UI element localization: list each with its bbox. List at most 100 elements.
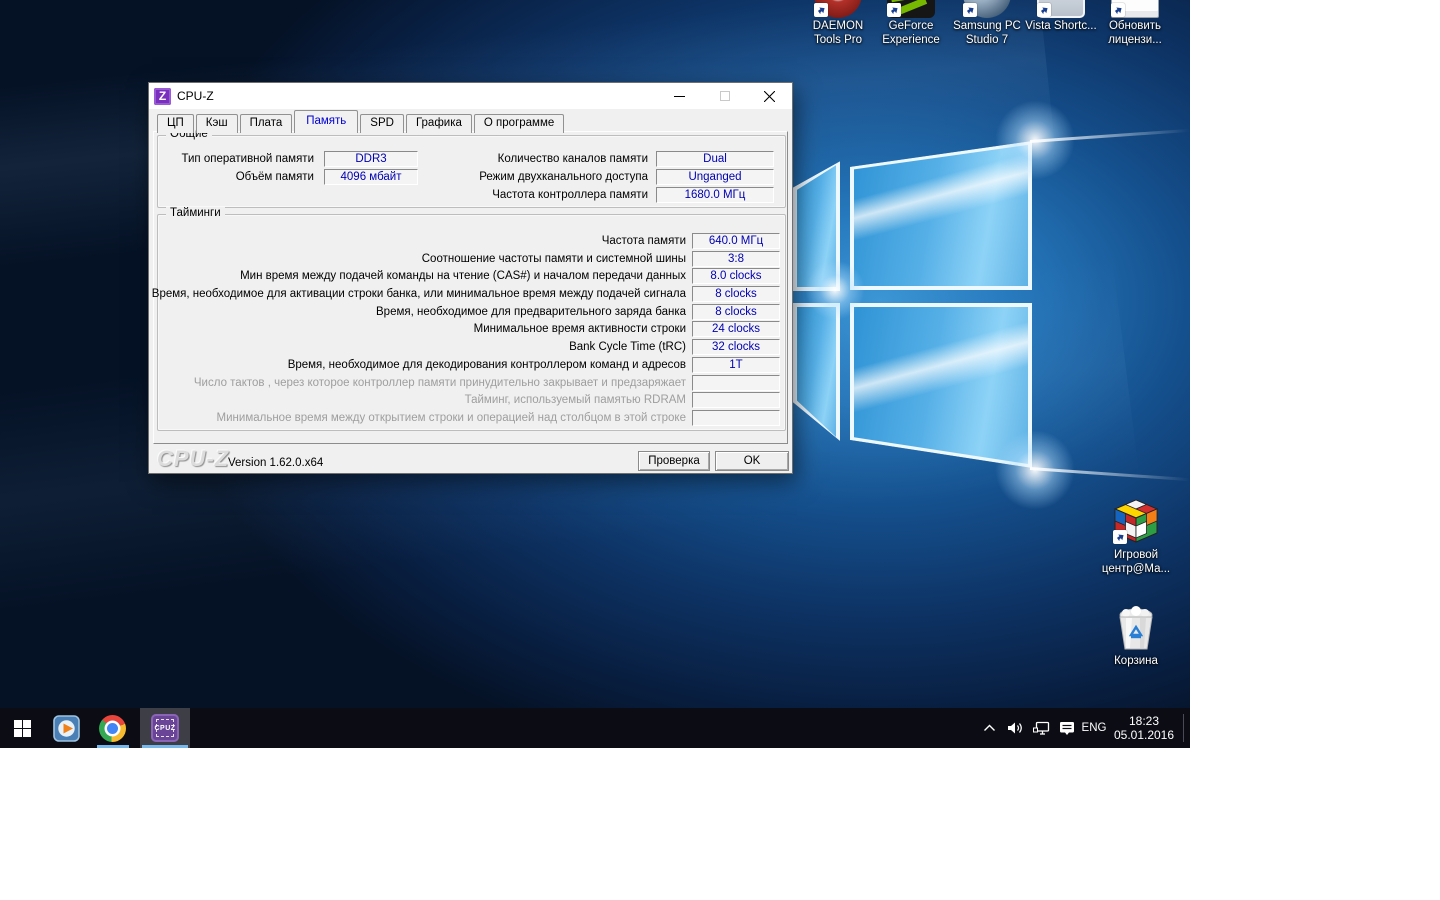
field-label: Тип оперативной памяти	[181, 152, 314, 167]
desktop-icon-label: Samsung PC Studio 7	[950, 20, 1024, 47]
taskbar-chrome-button[interactable]	[89, 708, 135, 748]
desktop-icon-label: GeForce Experience	[874, 20, 948, 47]
timing-value: 8.0 clocks	[692, 268, 780, 284]
running-indicator	[97, 745, 129, 748]
tab-memory[interactable]: Память	[294, 110, 358, 133]
channels-value: Dual	[656, 151, 774, 167]
tab-cpu[interactable]: ЦП	[157, 114, 194, 133]
timing-value: 32 clocks	[692, 339, 780, 355]
timing-value: 8 clocks	[692, 304, 780, 320]
timing-value	[692, 375, 780, 391]
desktop-icon-label: Корзина	[1099, 655, 1173, 669]
maximize-button	[702, 83, 747, 109]
language-indicator[interactable]: ENG	[1079, 708, 1109, 748]
close-icon	[764, 91, 775, 102]
general-groupbox: Общие Тип оперативной памяти DDR3 Объём …	[157, 135, 786, 208]
recycle-bin-icon	[1112, 603, 1160, 651]
field-label: Объём памяти	[236, 170, 314, 185]
taskbar-media-player-button[interactable]	[44, 708, 89, 748]
timing-value	[692, 392, 780, 408]
timing-value: 1T	[692, 357, 780, 373]
tab-cache[interactable]: Кэш	[196, 114, 238, 133]
timing-row: Время, необходимое для декодирования кон…	[158, 357, 785, 375]
timing-label: Время, необходимое для декодирования кон…	[288, 358, 686, 373]
field-label: Режим двухканального доступа	[479, 170, 648, 185]
shortcut-arrow-icon	[963, 3, 977, 17]
timing-label: Время, необходимое для предварительного …	[376, 305, 686, 320]
show-desktop-button[interactable]	[1184, 708, 1190, 748]
timing-label: Минимальное время активности строки	[474, 322, 686, 337]
tab-mainboard[interactable]: Плата	[240, 114, 293, 133]
clock-date: 05.01.2016	[1114, 728, 1174, 742]
windows-logo-icon	[14, 720, 31, 737]
timing-row: Время, необходимое для предварительного …	[158, 304, 785, 322]
tab-about[interactable]: О программе	[474, 114, 564, 133]
desktop-icon-label: DAEMON Tools Pro	[801, 20, 875, 47]
timing-value: 8 clocks	[692, 286, 780, 302]
timings-groupbox: Тайминги Частота памяти 640.0 МГц Соотно…	[157, 214, 786, 431]
validate-button[interactable]: Проверка	[638, 451, 710, 471]
tab-spd[interactable]: SPD	[360, 114, 404, 133]
dc-mode-value: Unganged	[656, 169, 774, 185]
timing-label: Bank Cycle Time (tRC)	[569, 340, 686, 355]
timing-label: Тайминг, используемый памятью RDRAM	[465, 393, 686, 408]
timing-row: Bank Cycle Time (tRC) 32 clocks	[158, 339, 785, 357]
clock-time: 18:23	[1129, 714, 1159, 728]
chrome-icon	[99, 715, 126, 742]
cpuz-taskbar-icon: CPUZ	[151, 714, 179, 742]
taskbar-clock[interactable]: 18:23 05.01.2016	[1108, 708, 1180, 748]
shortcut-arrow-icon	[814, 3, 828, 17]
action-center-icon	[1059, 721, 1075, 736]
memory-size-value: 4096 мбайт	[324, 169, 418, 185]
chevron-up-icon	[983, 723, 996, 733]
timing-label: Минимальное время между открытием строки…	[217, 411, 686, 426]
running-indicator	[142, 745, 188, 748]
cpuz-window: Z CPU-Z ЦП Кэш Плата Память SPD Графика	[148, 82, 793, 474]
timing-label: Число тактов , через которое контроллер …	[194, 376, 686, 391]
timing-row: Частота памяти 640.0 МГц	[158, 233, 785, 251]
tray-chevron-button[interactable]	[975, 708, 1003, 748]
timing-row: Минимальное время активности строки 24 c…	[158, 321, 785, 339]
ok-button[interactable]: OK	[715, 451, 789, 471]
network-icon	[1033, 721, 1050, 736]
minimize-icon	[674, 91, 685, 102]
field-label: Количество каналов памяти	[498, 152, 648, 167]
taskbar: CPUZ	[0, 708, 1190, 748]
window-title: CPU-Z	[177, 89, 214, 103]
tab-strip: ЦП Кэш Плата Память SPD Графика О програ…	[157, 111, 566, 133]
cpuz-app-icon: Z	[154, 88, 171, 105]
shortcut-arrow-icon	[1037, 3, 1051, 17]
window-titlebar[interactable]: Z CPU-Z	[149, 83, 792, 109]
tab-graphics[interactable]: Графика	[406, 114, 472, 133]
memory-type-value: DDR3	[324, 151, 418, 167]
shortcut-arrow-icon	[1111, 3, 1125, 17]
minimize-button[interactable]	[657, 83, 702, 109]
tray-network-button[interactable]	[1027, 708, 1055, 748]
timing-value: 3:8	[692, 251, 780, 267]
tray-volume-button[interactable]	[1001, 708, 1029, 748]
timing-row: Соотношение частоты памяти и системной ш…	[158, 251, 785, 269]
taskbar-cpuz-button[interactable]: CPUZ	[140, 708, 190, 748]
timing-value	[692, 410, 780, 426]
timing-row: Минимальное время между открытием строки…	[158, 410, 785, 428]
desktop-screen: DAEMON Tools Pro GeForce Experience Sams…	[0, 0, 1190, 748]
start-button[interactable]	[0, 708, 44, 748]
close-button[interactable]	[747, 83, 792, 109]
tray-action-center-button[interactable]	[1053, 708, 1081, 748]
maximize-icon	[720, 91, 730, 101]
nb-frequency-value: 1680.0 МГц	[656, 187, 774, 203]
media-player-icon	[53, 715, 80, 742]
timing-label: Соотношение частоты памяти и системной ш…	[422, 252, 686, 267]
windows-logo-pane-bottom-right	[850, 303, 1032, 468]
desktop-icon-label: Игровой центр@Ма...	[1099, 549, 1173, 576]
timing-value: 640.0 МГц	[692, 233, 780, 249]
timings-legend: Тайминги	[166, 207, 225, 219]
timing-label: Время, необходимое для активации строки …	[152, 287, 686, 302]
shortcut-arrow-icon	[1113, 530, 1127, 544]
cpuz-footer-logo: CPU-Z	[157, 446, 229, 472]
timing-value: 24 clocks	[692, 321, 780, 337]
timing-row: Время, необходимое для активации строки …	[158, 286, 785, 304]
timings-rows: Частота памяти 640.0 МГц Соотношение час…	[158, 233, 785, 428]
timing-label: Частота памяти	[602, 234, 686, 249]
timing-row: Мин время между подачей команды на чтени…	[158, 268, 785, 286]
